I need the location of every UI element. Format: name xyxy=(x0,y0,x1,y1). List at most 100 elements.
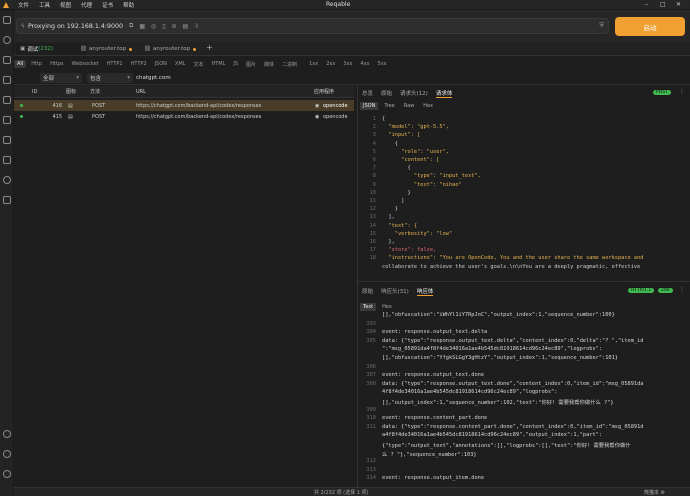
menu-certificate[interactable]: 证书 xyxy=(102,1,113,9)
view-hex[interactable]: Hex xyxy=(420,102,436,110)
tools-icon[interactable] xyxy=(3,176,11,184)
proxy-status-text: Proxying on 192.168.1.4:9000 xyxy=(27,22,124,30)
maximize-icon[interactable]: □ xyxy=(660,1,666,8)
breakpoint-icon[interactable] xyxy=(3,136,11,144)
filter-xml[interactable]: XML xyxy=(172,60,189,68)
menu-file[interactable]: 文件 xyxy=(18,1,29,9)
col-url[interactable]: URL xyxy=(136,86,306,97)
qrcode-icon[interactable]: ▦ xyxy=(139,23,145,30)
script-icon[interactable] xyxy=(3,96,11,104)
filter-2xx[interactable]: 2xx xyxy=(323,60,338,68)
clear-icon[interactable]: ⊘ xyxy=(172,23,177,30)
table-header: ID 图标 方法 URL 应用程序 xyxy=(14,86,354,98)
line-text: { xyxy=(382,165,411,172)
tab-overview[interactable]: 总览 xyxy=(362,89,373,97)
response-line: 303 xyxy=(358,321,688,328)
more-icon[interactable]: ⋮ xyxy=(679,286,685,293)
response-line: ":"msg_05891da4f8f4de34016a1ae4b545dc819… xyxy=(358,346,688,353)
filter-binary[interactable]: 二进制 xyxy=(279,60,300,69)
compose-icon[interactable] xyxy=(3,36,11,44)
scope-select[interactable]: 全部 ▾ xyxy=(40,73,82,83)
filter-media[interactable]: 媒体 xyxy=(261,60,277,69)
table-row[interactable]: 415 ▤ POST https://chatgpt.com/backend-a… xyxy=(14,111,354,122)
response-line: 311 data: {"type":"response.content_part.… xyxy=(358,424,688,431)
filter-http1[interactable]: HTTP1 xyxy=(104,60,126,68)
filter-icon[interactable]: ▤ xyxy=(183,23,189,30)
col-method[interactable]: 方法 xyxy=(90,86,130,97)
copy-icon[interactable]: ⧉ xyxy=(129,22,133,30)
filter-html[interactable]: HTML xyxy=(208,60,228,68)
filter-1xx[interactable]: 1xx xyxy=(306,60,321,68)
table-row[interactable]: 416 ▤ POST https://chatgpt.com/backend-a… xyxy=(14,100,354,111)
menu-help[interactable]: 帮助 xyxy=(123,1,134,9)
add-tab-icon[interactable]: + xyxy=(206,43,213,52)
filter-websocket[interactable]: Websocket xyxy=(69,60,102,68)
filter-5xx[interactable]: 5xx xyxy=(375,60,390,68)
record-icon[interactable]: ◎ xyxy=(151,23,156,30)
mobile-icon[interactable]: ▯ xyxy=(162,23,165,30)
filter-image[interactable]: 图片 xyxy=(243,60,259,69)
close-icon[interactable]: ✕ xyxy=(676,1,681,8)
line-text: {"type":"output_text","annotations":[],"… xyxy=(382,443,631,449)
filter-json[interactable]: JSON xyxy=(152,60,170,68)
debug-icon[interactable] xyxy=(3,16,11,24)
filter-4xx[interactable]: 4xx xyxy=(357,60,372,68)
filter-all[interactable]: All xyxy=(14,60,27,68)
menu-view[interactable]: 视图 xyxy=(60,1,71,9)
response-line: 309 xyxy=(358,407,688,414)
line-number: 7 xyxy=(372,165,376,172)
filter-text[interactable]: 文本 xyxy=(190,60,206,69)
gateway-icon[interactable] xyxy=(3,196,11,204)
tab-response-body[interactable]: 响应体 xyxy=(416,287,434,296)
line-text: "text": "nihao" xyxy=(382,181,462,188)
history-icon[interactable] xyxy=(3,56,11,64)
proxy-status-bar: ϟ Proxying on 192.168.1.4:9000 ⧉ ▦ ◎ ▯ ⊘… xyxy=(16,18,609,34)
code-line: collaborate to achieve the user's goals.… xyxy=(358,264,688,271)
tab-response-raw[interactable]: 原始 xyxy=(362,287,373,295)
line-text: collaborate to achieve the user's goals.… xyxy=(382,263,641,270)
view-text[interactable]: Text xyxy=(360,302,377,311)
user-icon[interactable] xyxy=(3,450,11,458)
tab-request-headers[interactable]: 请求头(12) xyxy=(400,89,428,97)
view-tree[interactable]: Tree xyxy=(381,102,397,110)
menu-proxy[interactable]: 代理 xyxy=(81,1,92,9)
mirror-icon[interactable] xyxy=(3,156,11,164)
col-id[interactable]: ID xyxy=(32,86,62,97)
tab-anyrouter-2[interactable]: ⛓ anyrouter.top xyxy=(140,43,202,55)
download-icon[interactable]: ⇩ xyxy=(194,23,199,30)
tab-response-headers[interactable]: 响应头(31) xyxy=(381,287,409,295)
start-button[interactable]: 启动 xyxy=(615,17,685,36)
filter-https[interactable]: Https xyxy=(47,60,66,68)
col-app[interactable]: 应用程序 xyxy=(314,86,354,97)
settings-icon[interactable] xyxy=(3,470,11,478)
view-json[interactable]: JSON xyxy=(360,101,379,110)
filter-http2[interactable]: HTTP2 xyxy=(128,60,150,68)
col-icon[interactable]: 图标 xyxy=(66,86,86,97)
menu-tools[interactable]: 工具 xyxy=(39,1,50,9)
view-raw[interactable]: Raw xyxy=(401,102,418,110)
view-hex[interactable]: Hex xyxy=(379,303,395,311)
shield-icon[interactable]: ⛨ xyxy=(599,22,604,30)
tab-request-body[interactable]: 请求体 xyxy=(435,89,453,98)
minimize-icon[interactable]: – xyxy=(645,1,648,8)
line-text: "content": [ xyxy=(382,157,440,163)
help-icon[interactable] xyxy=(3,430,11,438)
search-input[interactable]: chatgpt.com xyxy=(136,73,686,83)
filter-http[interactable]: Http xyxy=(28,60,45,68)
line-text: "model": "gpt-5.5", xyxy=(382,124,449,131)
match-mode-select[interactable]: 包含 ▾ xyxy=(87,73,133,83)
response-tabs: 原始 响应头(31) 响应体 xyxy=(362,287,622,296)
code-line: 15 "verbosity": "low" xyxy=(358,231,688,238)
more-icon[interactable]: ⋮ xyxy=(679,88,685,95)
tab-raw[interactable]: 原始 xyxy=(381,89,392,97)
line-text: "text": { xyxy=(382,222,418,229)
rewrite-icon[interactable] xyxy=(3,116,11,124)
filter-3xx[interactable]: 3xx xyxy=(340,60,355,68)
code-line: 11 ] xyxy=(358,198,688,205)
code-line: 1{ xyxy=(358,116,688,123)
filter-js[interactable]: JS xyxy=(230,60,241,68)
pane-divider xyxy=(358,281,690,282)
status-dot-icon xyxy=(20,104,23,107)
tab-anyrouter-1[interactable]: ⛓ anyrouter.top xyxy=(76,43,138,55)
collection-icon[interactable] xyxy=(3,76,11,84)
